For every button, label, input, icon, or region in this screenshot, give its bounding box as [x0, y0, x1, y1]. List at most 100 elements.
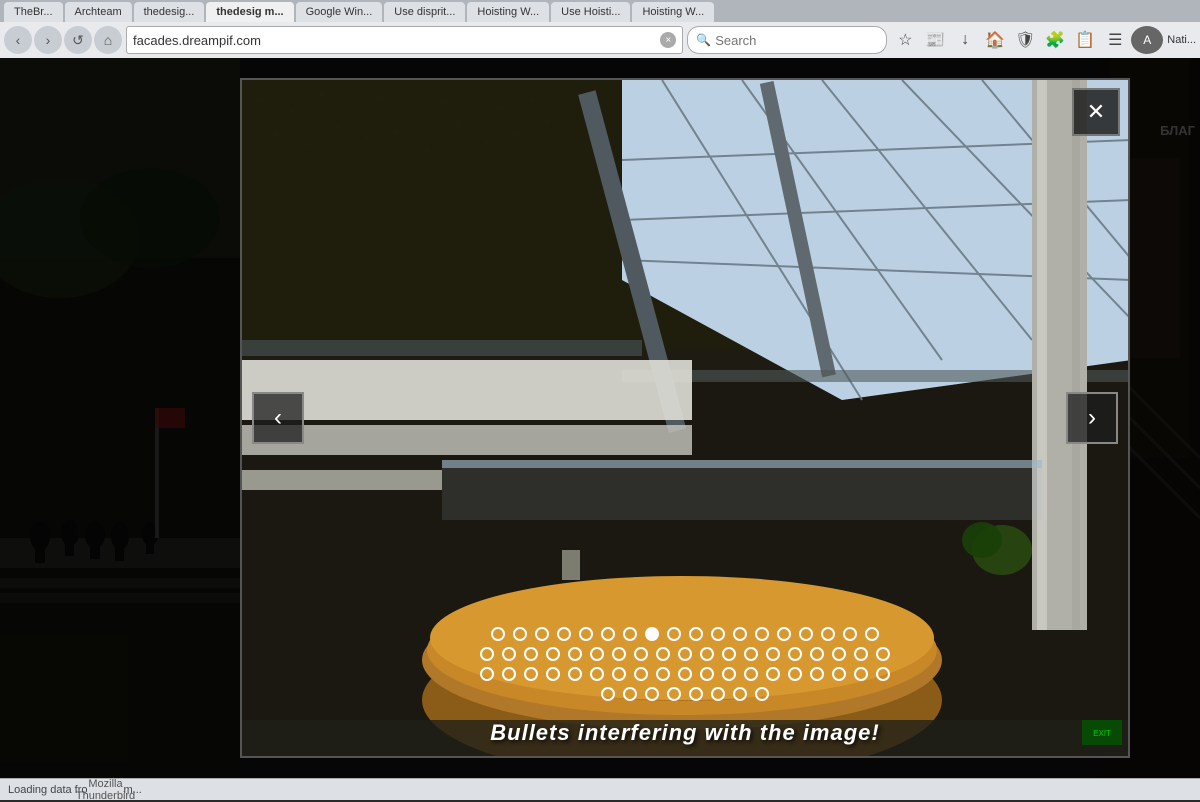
bullet-3-15[interactable]: [788, 667, 802, 681]
bullet-1-4[interactable]: [557, 627, 571, 641]
bullet-3-18[interactable]: [854, 667, 868, 681]
bullet-2-7[interactable]: [612, 647, 626, 661]
tab-3[interactable]: thedesig...: [134, 2, 205, 22]
bullet-2-16[interactable]: [810, 647, 824, 661]
bullet-3-16[interactable]: [810, 667, 824, 681]
bullet-2-3[interactable]: [524, 647, 538, 661]
refresh-button[interactable]: ↺: [64, 26, 92, 54]
bullet-4-4[interactable]: [667, 687, 681, 701]
menu-button[interactable]: ☰: [1101, 26, 1129, 54]
tab-9[interactable]: Hoisting W...: [632, 2, 714, 22]
shield-button[interactable]: 🛡: [1011, 26, 1039, 54]
bullet-2-13[interactable]: [744, 647, 758, 661]
bullet-1-18[interactable]: [865, 627, 879, 641]
bullet-2-6[interactable]: [590, 647, 604, 661]
close-icon: ✕: [1087, 99, 1105, 125]
bullet-1-5[interactable]: [579, 627, 593, 641]
tab-6[interactable]: Use disprit...: [384, 2, 465, 22]
bullet-2-19[interactable]: [876, 647, 890, 661]
thunderbird-button[interactable]: Mozilla Thunderbird: [96, 780, 116, 800]
bullet-3-17[interactable]: [832, 667, 846, 681]
bullet-2-1[interactable]: [480, 647, 494, 661]
bullet-2-10[interactable]: [678, 647, 692, 661]
bullet-1-10[interactable]: [689, 627, 703, 641]
profile-label: Nati...: [1167, 34, 1196, 46]
tab-2[interactable]: Archteam: [65, 2, 132, 22]
address-bar[interactable]: [133, 33, 656, 48]
bullet-3-11[interactable]: [700, 667, 714, 681]
bullet-4-5[interactable]: [689, 687, 703, 701]
bullet-1-1[interactable]: [491, 627, 505, 641]
bullet-4-6[interactable]: [711, 687, 725, 701]
nav-buttons: ‹ › ↺ ⌂: [4, 26, 122, 54]
bullet-1-2[interactable]: [513, 627, 527, 641]
bookmark-button[interactable]: ☆: [891, 26, 919, 54]
prev-arrow-button[interactable]: ‹: [252, 392, 304, 444]
bullet-1-16[interactable]: [821, 627, 835, 641]
bullets-row-4: [601, 687, 769, 701]
homescreen-button[interactable]: 🏠: [981, 26, 1009, 54]
bullet-3-3[interactable]: [524, 667, 538, 681]
bullet-2-9[interactable]: [656, 647, 670, 661]
tab-8[interactable]: Use Hoisti...: [551, 2, 630, 22]
bullet-1-11[interactable]: [711, 627, 725, 641]
bullet-3-9[interactable]: [656, 667, 670, 681]
bullet-1-9[interactable]: [667, 627, 681, 641]
clipboard-button[interactable]: 📋: [1071, 26, 1099, 54]
bullet-4-8[interactable]: [755, 687, 769, 701]
bullet-2-5[interactable]: [568, 647, 582, 661]
bullet-2-15[interactable]: [788, 647, 802, 661]
bullet-3-14[interactable]: [766, 667, 780, 681]
bullet-3-5[interactable]: [568, 667, 582, 681]
bullet-3-6[interactable]: [590, 667, 604, 681]
bullet-2-12[interactable]: [722, 647, 736, 661]
caption: Bullets interfering with the image!: [242, 720, 1128, 746]
clear-address-button[interactable]: ×: [660, 32, 676, 48]
bullet-1-12[interactable]: [733, 627, 747, 641]
bullet-1-15[interactable]: [799, 627, 813, 641]
bullet-3-10[interactable]: [678, 667, 692, 681]
forward-button[interactable]: ›: [34, 26, 62, 54]
bullet-1-3[interactable]: [535, 627, 549, 641]
bullet-1-14[interactable]: [777, 627, 791, 641]
prev-arrow-icon: ‹: [274, 404, 282, 432]
bullet-3-4[interactable]: [546, 667, 560, 681]
next-arrow-button[interactable]: ›: [1066, 392, 1118, 444]
bullet-4-7[interactable]: [733, 687, 747, 701]
home-button[interactable]: ⌂: [94, 26, 122, 54]
bullet-2-14[interactable]: [766, 647, 780, 661]
bullet-2-4[interactable]: [546, 647, 560, 661]
bullet-2-2[interactable]: [502, 647, 516, 661]
profile-avatar[interactable]: A: [1131, 26, 1163, 54]
close-button[interactable]: ✕: [1072, 88, 1120, 136]
bullet-4-1[interactable]: [601, 687, 615, 701]
status-more: m...: [124, 784, 142, 796]
search-input[interactable]: [715, 33, 855, 48]
bullet-2-8[interactable]: [634, 647, 648, 661]
bullet-4-2[interactable]: [623, 687, 637, 701]
tab-5[interactable]: Google Win...: [296, 2, 383, 22]
bullet-1-7[interactable]: [623, 627, 637, 641]
download-button[interactable]: ↓: [951, 26, 979, 54]
bullet-2-11[interactable]: [700, 647, 714, 661]
puzzle-button[interactable]: 🧩: [1041, 26, 1069, 54]
bullet-2-18[interactable]: [854, 647, 868, 661]
bullet-3-12[interactable]: [722, 667, 736, 681]
bullet-1-13[interactable]: [755, 627, 769, 641]
tab-7[interactable]: Hoisting W...: [467, 2, 549, 22]
bullet-3-1[interactable]: [480, 667, 494, 681]
bullet-1-6[interactable]: [601, 627, 615, 641]
bullet-4-3[interactable]: [645, 687, 659, 701]
bullet-3-13[interactable]: [744, 667, 758, 681]
bullet-3-19[interactable]: [876, 667, 890, 681]
tab-1[interactable]: TheBr...: [4, 2, 63, 22]
bullet-3-7[interactable]: [612, 667, 626, 681]
bullet-3-8[interactable]: [634, 667, 648, 681]
bullet-3-2[interactable]: [502, 667, 516, 681]
bullet-1-8-active[interactable]: [645, 627, 659, 641]
bullet-2-17[interactable]: [832, 647, 846, 661]
tab-4[interactable]: thedesig m...: [206, 2, 293, 22]
reader-view-button[interactable]: 📰: [921, 26, 949, 54]
bullet-1-17[interactable]: [843, 627, 857, 641]
back-button[interactable]: ‹: [4, 26, 32, 54]
